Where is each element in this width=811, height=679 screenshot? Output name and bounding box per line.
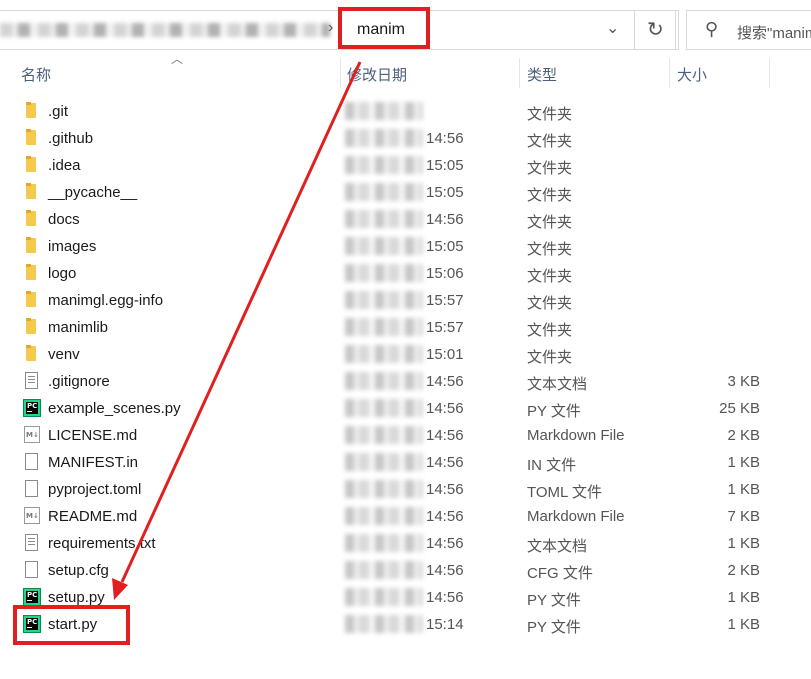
annotation-arrow-head <box>112 578 128 600</box>
annotation-arrow-line <box>120 61 362 583</box>
annotation-arrow <box>112 61 362 600</box>
